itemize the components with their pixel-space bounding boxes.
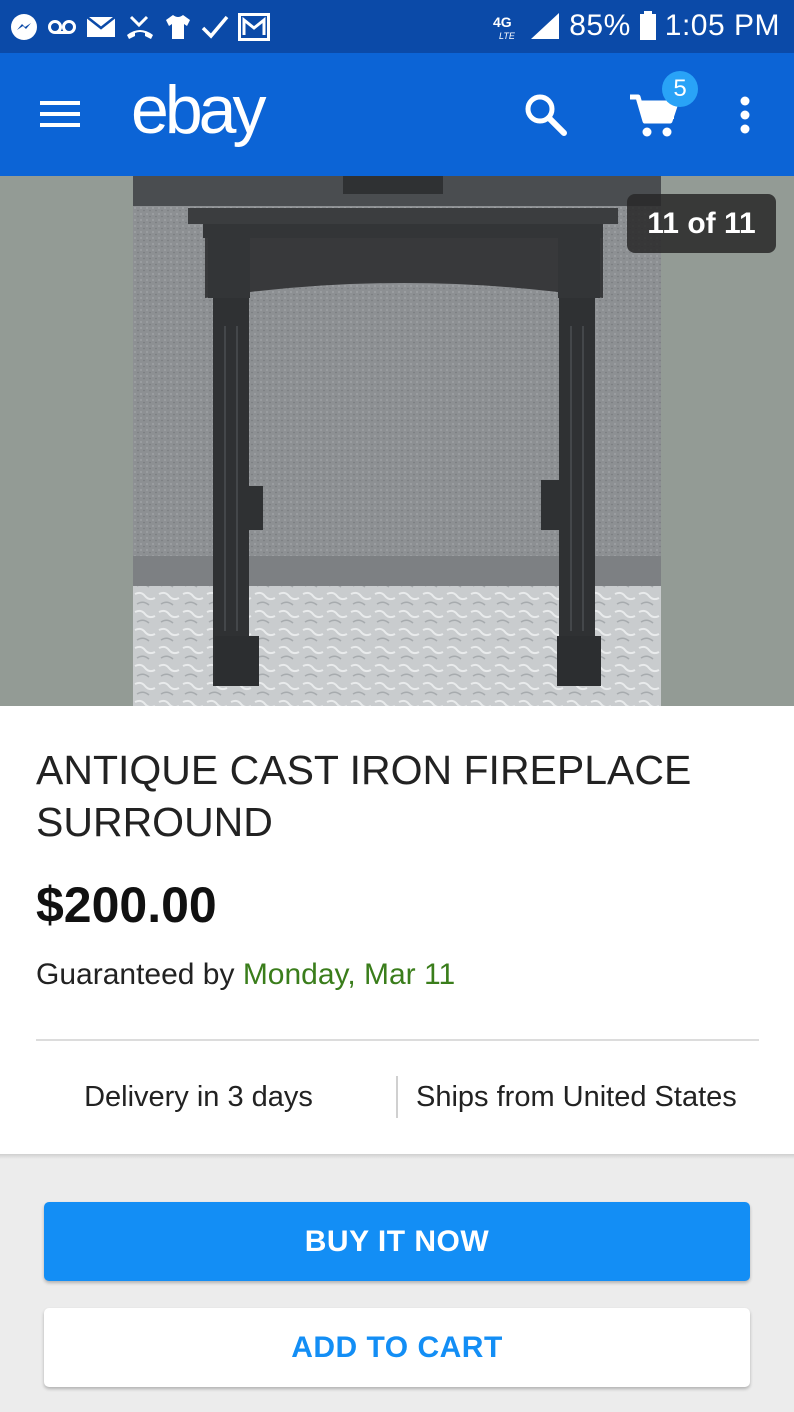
signal-icon xyxy=(531,13,560,39)
section-shadow xyxy=(0,1154,794,1159)
menu-icon xyxy=(40,101,80,127)
messenger-icon xyxy=(11,14,37,40)
search-icon xyxy=(525,94,567,136)
voicemail-icon xyxy=(48,20,76,34)
divider xyxy=(36,1039,759,1041)
cart-count-badge: 5 xyxy=(662,71,698,107)
app-bar: ebay 5 xyxy=(0,53,794,176)
guarantee-date: Monday, Mar 11 xyxy=(242,958,456,991)
network-4g-icon: 4GLTE xyxy=(493,14,516,41)
shirt-icon xyxy=(166,15,190,39)
missed-call-icon xyxy=(127,15,153,39)
vertical-divider xyxy=(396,1076,398,1118)
menu-button[interactable] xyxy=(40,97,82,131)
battery-percent: 85% xyxy=(569,9,631,42)
product-photo[interactable] xyxy=(133,176,661,706)
check-icon xyxy=(201,15,229,39)
delivery-guarantee: Guaranteed by Monday, Mar 11 xyxy=(36,958,455,992)
more-options-button[interactable] xyxy=(735,95,755,135)
mail-icon xyxy=(86,16,116,37)
add-to-cart-button[interactable]: ADD TO CART xyxy=(44,1308,750,1387)
image-gallery[interactable]: 11 of 11 xyxy=(0,176,794,706)
guarantee-label: Guaranteed by xyxy=(36,958,243,991)
item-title: ANTIQUE CAST IRON FIREPLACE SURROUND xyxy=(36,747,692,845)
clock: 1:05 PM xyxy=(664,9,780,42)
listing-info: ANTIQUE CAST IRON FIREPLACE SURROUND $20… xyxy=(0,706,794,1154)
ebay-logo[interactable]: ebay xyxy=(131,71,266,149)
image-counter: 11 of 11 xyxy=(627,194,776,253)
buy-it-now-button[interactable]: BUY IT NOW xyxy=(44,1202,750,1281)
ships-from: Ships from United States xyxy=(416,1081,737,1113)
notification-icons xyxy=(10,10,270,44)
item-price: $200.00 xyxy=(36,877,217,933)
delivery-time: Delivery in 3 days xyxy=(84,1081,313,1113)
search-button[interactable] xyxy=(522,91,570,139)
svg-text:4G: 4G xyxy=(493,14,512,30)
gmail-icon xyxy=(238,13,270,41)
system-icons: 4G LTE 85% 1:05 PM xyxy=(491,6,780,46)
svg-text:LTE: LTE xyxy=(499,31,516,41)
status-bar: 4G LTE 85% 1:05 PM xyxy=(0,0,794,53)
battery-icon xyxy=(639,11,656,40)
more-vert-icon xyxy=(740,96,750,134)
